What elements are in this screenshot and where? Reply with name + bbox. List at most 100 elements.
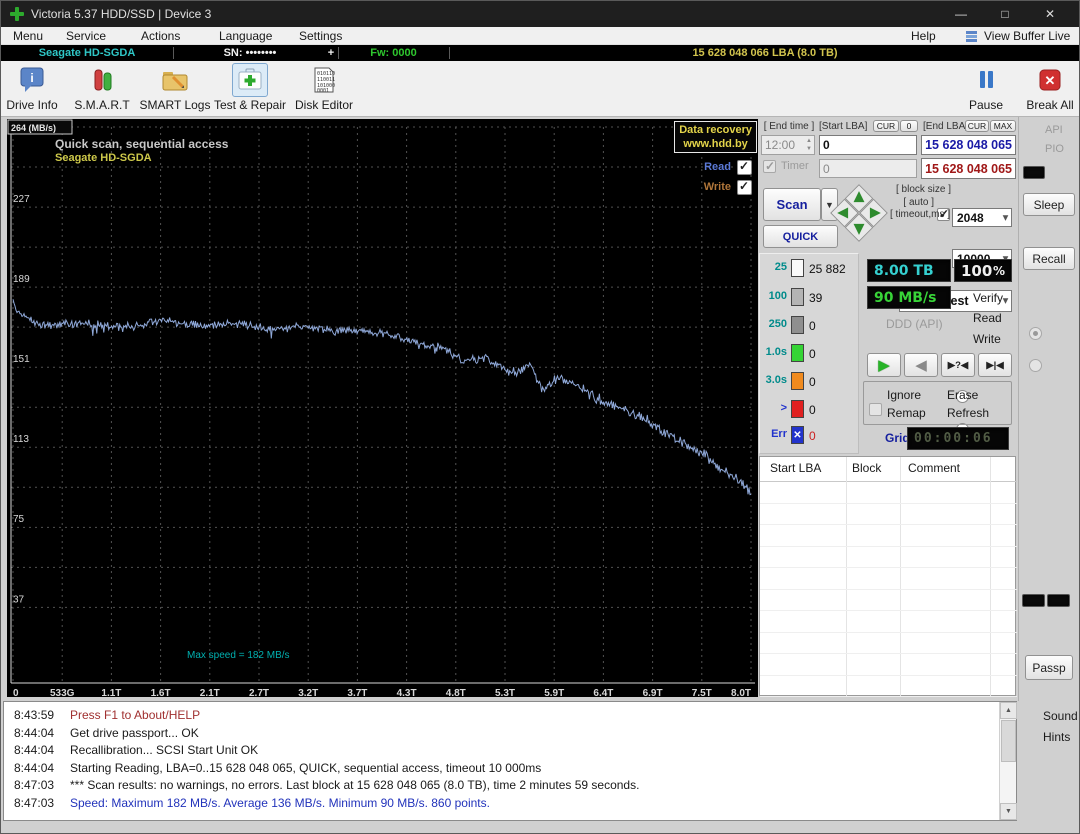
maximize-button[interactable]: □ — [983, 1, 1027, 27]
table-row — [760, 696, 1017, 697]
disk-editor-button[interactable]: 0101101100111010000001Disk Editor — [294, 63, 354, 115]
timer-checkbox[interactable] — [763, 160, 776, 173]
nav-right-button[interactable] — [871, 201, 889, 225]
drive-info-button[interactable]: iDrive Info — [3, 63, 61, 115]
pio-radio[interactable] — [1029, 359, 1042, 372]
svg-text:151: 151 — [13, 354, 30, 365]
timer-input[interactable]: 0 — [819, 159, 917, 178]
passport-button[interactable]: Passp — [1025, 655, 1073, 680]
table-row — [760, 610, 1017, 611]
table-header-start-lba[interactable]: Start LBA — [770, 461, 821, 475]
nav-down-button[interactable] — [847, 225, 871, 243]
minimize-button[interactable]: — — [939, 1, 983, 27]
end-lba-reached-value: 15 628 048 065 — [921, 158, 1016, 179]
close-button[interactable]: ✕ — [1027, 1, 1073, 27]
menu-item-service[interactable]: Service — [62, 27, 110, 45]
svg-text:1.6T: 1.6T — [151, 688, 171, 697]
smart-logs-icon — [157, 63, 193, 97]
end-lba-input[interactable]: 15 628 048 065 — [921, 135, 1016, 155]
api-label: API — [1045, 124, 1063, 136]
bucket-row-100: 10039 — [759, 288, 859, 306]
log-time: 8:43:59 — [14, 708, 54, 722]
bucket-row-25: 2525 882 — [759, 259, 859, 277]
percent-lcd: 100 % — [954, 259, 1012, 282]
table-header-comment[interactable]: Comment — [908, 461, 960, 475]
end-time-label: [ End time ] — [761, 121, 817, 132]
log-scrollbar[interactable]: ▲ ▼ — [999, 702, 1016, 820]
toolbar-button-label: SMART Logs — [140, 98, 211, 112]
legend-write-checkbox[interactable] — [737, 180, 752, 195]
menu-item-language[interactable]: Language — [215, 27, 276, 45]
log-text: Recallibration... SCSI Start Unit OK — [70, 743, 258, 757]
break-all-button[interactable]: ✕ Break All — [1021, 63, 1079, 115]
victoria-app-window: Victoria 5.37 HDD/SSD | Device 3 — □ ✕ M… — [0, 0, 1080, 834]
skip-to-end-button[interactable]: ▶|◀ — [978, 353, 1012, 377]
nav-up-button[interactable] — [847, 183, 871, 201]
auto-label: [ auto ] — [896, 197, 934, 208]
scan-button[interactable]: Scan — [763, 188, 821, 221]
pause-label: Pause — [969, 98, 1003, 112]
scroll-down-icon[interactable]: ▼ — [1000, 803, 1017, 820]
pio-label: PIO — [1045, 143, 1064, 155]
erase-label: Erase — [947, 388, 978, 402]
bucket-row->: >0 — [759, 400, 859, 418]
drive-info-icon: i — [14, 63, 50, 97]
start-lba-input[interactable]: 0 — [819, 135, 917, 155]
percent-value: 100 — [961, 262, 992, 280]
skip-to-error-button[interactable]: ▶?◀ — [941, 353, 975, 377]
bucket-label: 1.0s — [759, 346, 787, 358]
menu-item-view-buffer-live[interactable]: View Buffer Live — [980, 27, 1074, 45]
bucket-color-box — [791, 344, 804, 362]
reverse-button[interactable]: ◀ — [904, 353, 938, 377]
drive-info-bar: Seagate HD-SGDA SN: •••••••• + Fw: 0000 … — [1, 45, 1080, 61]
end-time-spinner[interactable]: 12:00 ▲▼ — [761, 135, 815, 155]
test-repair-button[interactable]: Test & Repair — [214, 63, 286, 115]
read-label: Read — [973, 311, 1002, 325]
scroll-up-icon[interactable]: ▲ — [1000, 702, 1017, 719]
bucket-color-box — [791, 316, 804, 334]
log-panel[interactable]: 8:43:59Press F1 to About/HELP8:44:04Get … — [3, 701, 1017, 821]
block-size-select[interactable]: 2048 — [952, 208, 1012, 227]
log-entry: 8:43:59Press F1 to About/HELP — [4, 708, 994, 725]
title-bar: Victoria 5.37 HDD/SSD | Device 3 — □ ✕ — [1, 1, 1080, 27]
svg-text:5.3T: 5.3T — [495, 688, 515, 697]
break-all-icon: ✕ — [1032, 63, 1068, 97]
smart-logs-button[interactable]: SMART Logs — [141, 63, 209, 115]
elapsed-timer-lcd: 00:00:06 — [907, 427, 1009, 450]
menu-item-help[interactable]: Help — [907, 27, 940, 45]
sn-reveal-button[interactable]: + — [325, 45, 337, 61]
sleep-button[interactable]: Sleep — [1023, 193, 1075, 216]
legend-read-checkbox[interactable] — [737, 160, 752, 175]
scrollbar-thumb[interactable] — [1001, 720, 1016, 762]
quick-button[interactable]: QUICK — [763, 225, 838, 248]
bucket-row-3.0s: 3.0s0 — [759, 372, 859, 390]
bucket-label: > — [759, 402, 787, 414]
menu-item-menu[interactable]: Menu — [9, 27, 47, 45]
api-radio[interactable] — [1029, 327, 1042, 340]
s-m-a-r-t-button[interactable]: S.M.A.R.T — [73, 63, 131, 115]
table-header-block[interactable]: Block — [852, 461, 881, 475]
menu-item-actions[interactable]: Actions — [137, 27, 184, 45]
start-lba-cur-button[interactable]: CUR — [873, 120, 899, 132]
nav-left-button[interactable] — [829, 201, 847, 225]
bucket-label: 25 — [759, 261, 787, 273]
bucket-row-1.0s: 1.0s0 — [759, 344, 859, 362]
end-lba-max-button[interactable]: MAX — [990, 120, 1016, 132]
svg-text:✕: ✕ — [1045, 73, 1056, 88]
end-lba-cur-button[interactable]: CUR — [965, 120, 989, 132]
svg-text:i: i — [30, 71, 33, 85]
bucket-row-err: Err✕0 — [759, 426, 859, 444]
recall-button[interactable]: Recall — [1023, 247, 1075, 270]
table-row — [760, 567, 1017, 568]
menu-item-settings[interactable]: Settings — [295, 27, 346, 45]
start-lba-zero-button[interactable]: 0 — [900, 120, 918, 132]
svg-text:75: 75 — [13, 514, 25, 525]
block-size-label: [ block size ] — [896, 184, 950, 195]
watermark-line1: Data recovery — [679, 123, 752, 137]
bucket-count: 0 — [809, 375, 816, 389]
pause-button[interactable]: Pause — [959, 63, 1013, 115]
start-test-button[interactable]: ▶ — [867, 353, 901, 377]
log-text: Starting Reading, LBA=0..15 628 048 065,… — [70, 761, 541, 775]
hints-label: Hints — [1043, 730, 1070, 744]
spinner-arrows-icon[interactable]: ▲▼ — [806, 137, 812, 153]
